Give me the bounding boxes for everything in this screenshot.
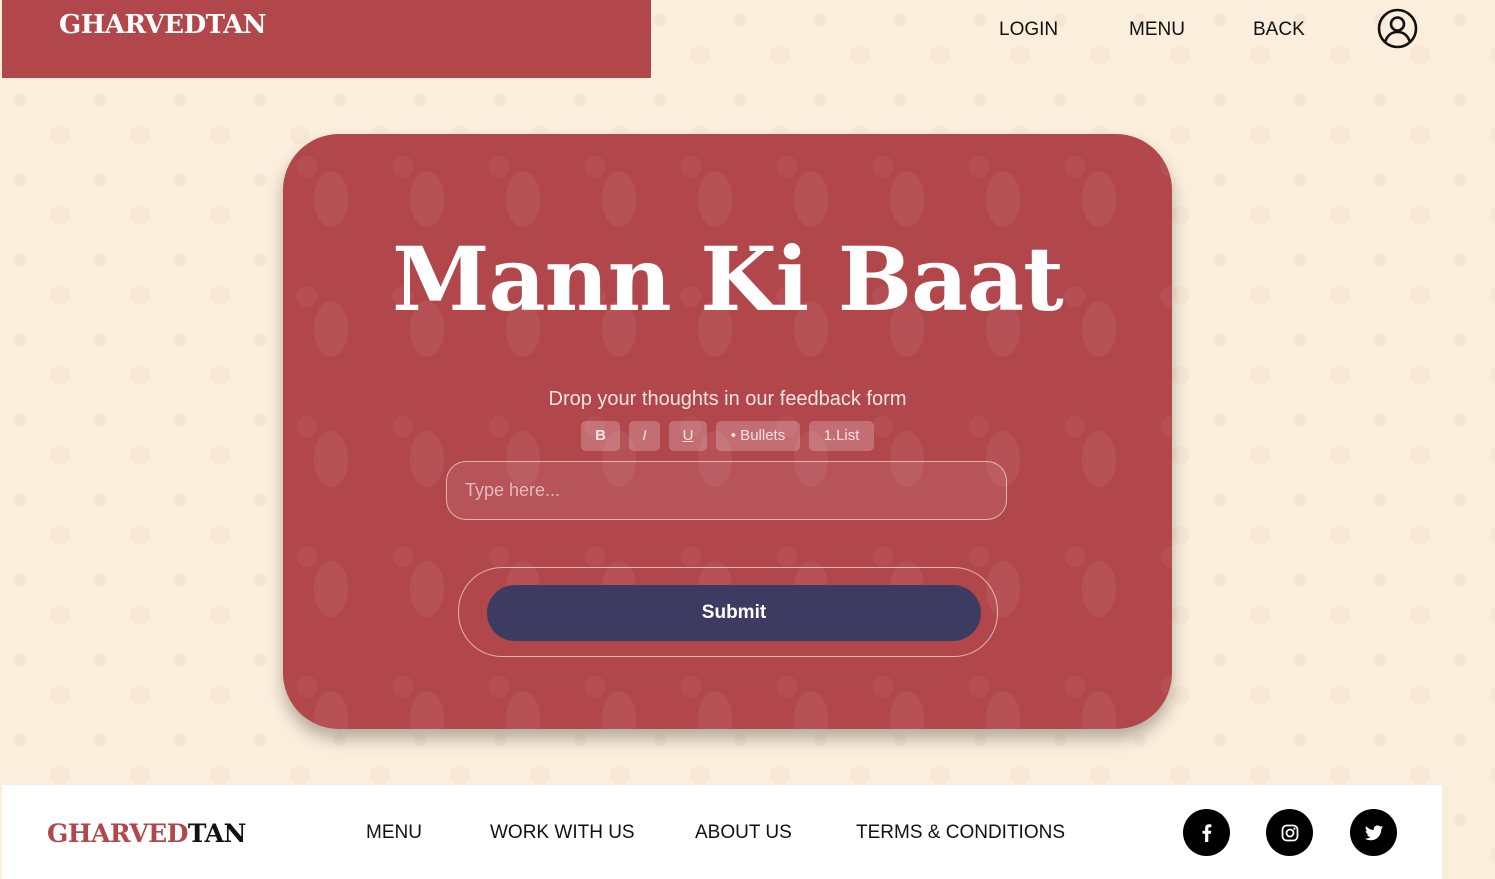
page-title: Mann Ki Baat bbox=[392, 227, 1064, 331]
footer-link-terms[interactable]: TERMS & CONDITIONS bbox=[856, 822, 1065, 844]
brand-logo[interactable]: GHARVEDTAN bbox=[59, 10, 267, 40]
nav-back[interactable]: BACK bbox=[1253, 19, 1305, 41]
underline-button[interactable]: U bbox=[669, 421, 707, 451]
footer-link-menu[interactable]: MENU bbox=[366, 822, 422, 844]
footer: GHARVEDTAN MENU WORK WITH US ABOUT US TE… bbox=[2, 785, 1442, 879]
bold-button[interactable]: B bbox=[581, 421, 620, 451]
feedback-card: Mann Ki Baat Drop your thoughts in our f… bbox=[283, 134, 1172, 729]
footer-link-work-with-us[interactable]: WORK WITH US bbox=[490, 822, 635, 844]
submit-button[interactable]: Submit bbox=[487, 585, 981, 641]
bullets-button[interactable]: • Bullets bbox=[716, 421, 800, 451]
italic-button[interactable]: I bbox=[629, 421, 660, 451]
feedback-input[interactable] bbox=[446, 461, 1007, 520]
submit-outline: Submit bbox=[458, 567, 998, 657]
facebook-icon[interactable] bbox=[1183, 809, 1230, 856]
twitter-icon[interactable] bbox=[1350, 809, 1397, 856]
numbered-list-button[interactable]: 1.List bbox=[809, 421, 874, 451]
footer-brand-logo[interactable]: GHARVEDTAN bbox=[47, 819, 246, 848]
nav-menu[interactable]: MENU bbox=[1129, 19, 1185, 41]
user-profile-icon[interactable] bbox=[1377, 8, 1418, 49]
nav-login[interactable]: LOGIN bbox=[999, 19, 1058, 41]
footer-brand-accent: GHARVED bbox=[47, 819, 188, 848]
feedback-subtitle: Drop your thoughts in our feedback form bbox=[548, 388, 907, 410]
footer-link-about-us[interactable]: ABOUT US bbox=[695, 822, 792, 844]
header-brand-panel: GHARVEDTAN bbox=[2, 0, 651, 78]
footer-brand-dark: TAN bbox=[187, 819, 247, 848]
instagram-icon[interactable] bbox=[1266, 809, 1313, 856]
